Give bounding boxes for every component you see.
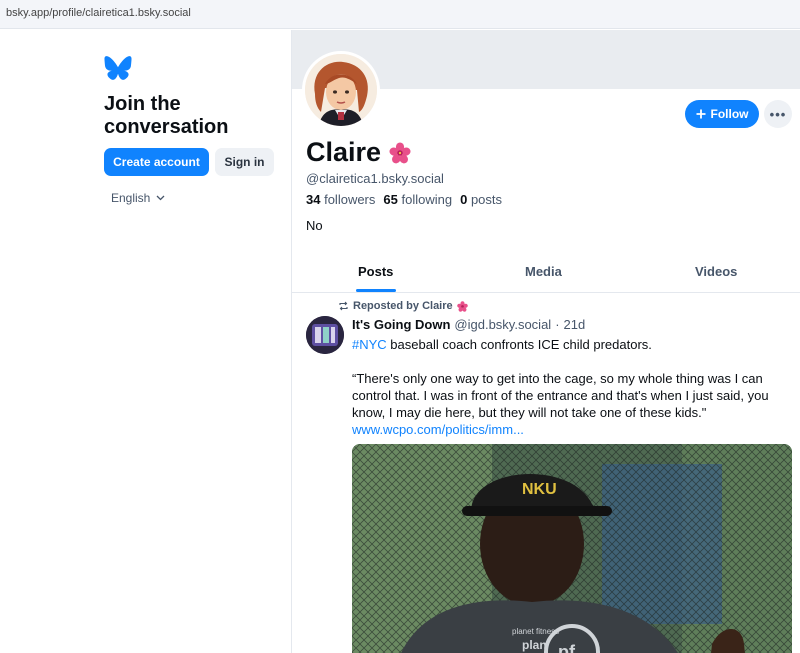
profile-main: Follow ••• Claire @clairetica1.bsky.soci… [292,30,800,653]
language-selector[interactable]: English [111,191,165,205]
tab-videos[interactable]: Videos [695,264,737,279]
post-author-handle[interactable]: @igd.bsky.social [454,317,551,332]
butterfly-icon[interactable] [104,55,132,81]
active-tab-indicator [356,289,396,292]
plus-icon [696,109,705,119]
chevron-down-icon [156,195,165,201]
profile-bio: No [306,218,323,233]
profile-display-name: Claire [306,137,411,168]
sign-in-button[interactable]: Sign in [215,148,274,176]
cap-logo-text: NKU [522,481,557,498]
follow-button[interactable]: Follow [685,100,759,128]
shirt-pf-text: pf [558,642,576,653]
profile-avatar[interactable] [302,51,380,129]
followers-stat[interactable]: 34 followers [306,192,375,207]
shirt-text-2: plan [522,638,547,652]
join-headline: Join the conversation [104,93,229,138]
tab-media[interactable]: Media [525,264,562,279]
post-media-image[interactable]: NKU pf planet fitness plan [352,444,792,653]
post-author-avatar[interactable] [306,316,344,354]
url-text[interactable]: bsky.app/profile/clairetica1.bsky.social [6,7,191,19]
repost-label: Reposted by Claire [353,300,453,312]
avatar-illustration [305,54,377,126]
following-stat[interactable]: 65 following [383,192,452,207]
language-label: English [111,191,151,205]
repost-icon [339,301,348,311]
post-external-link[interactable]: www.wcpo.com/politics/imm... [352,421,794,438]
igd-logo-icon [306,316,344,354]
post-photo: NKU pf planet fitness plan [352,444,792,653]
tab-posts[interactable]: Posts [358,264,393,279]
create-account-button[interactable]: Create account [104,148,209,176]
post-age[interactable]: 21d [564,317,586,332]
browser-address-bar[interactable]: bsky.app/profile/clairetica1.bsky.social [0,0,800,29]
post-line-1: #NYC baseball coach confronts ICE child … [352,336,794,353]
posts-stat: 0 posts [460,192,503,207]
display-name-text: Claire [306,137,382,167]
ellipsis-icon: ••• [769,106,787,122]
post-separator: · [555,317,560,332]
hibiscus-emoji-icon [456,300,468,312]
shirt-text-1: planet fitness [512,627,559,636]
hibiscus-emoji-icon [389,141,411,163]
post-line-1-text: baseball coach confronts ICE child preda… [386,337,652,352]
follow-label: Follow [710,107,749,121]
profile-stats: 34 followers 65 following 0 posts [306,192,502,207]
post-author-name[interactable]: It's Going Down [352,317,450,332]
post-text: #NYC baseball coach confronts ICE child … [352,336,794,438]
hashtag-link[interactable]: #NYC [352,337,387,352]
profile-tabs: Posts Media Videos [292,256,800,293]
repost-indicator[interactable]: Reposted by Claire [338,300,468,312]
profile-handle: @clairetica1.bsky.social [306,171,444,186]
post-header: It's Going Down @igd.bsky.social · 21d [352,317,585,332]
more-options-button[interactable]: ••• [764,100,792,128]
post-quote: “There's only one way to get into the ca… [352,371,769,420]
feed-post[interactable]: Reposted by Claire It's Going Down @igd.… [292,294,800,653]
